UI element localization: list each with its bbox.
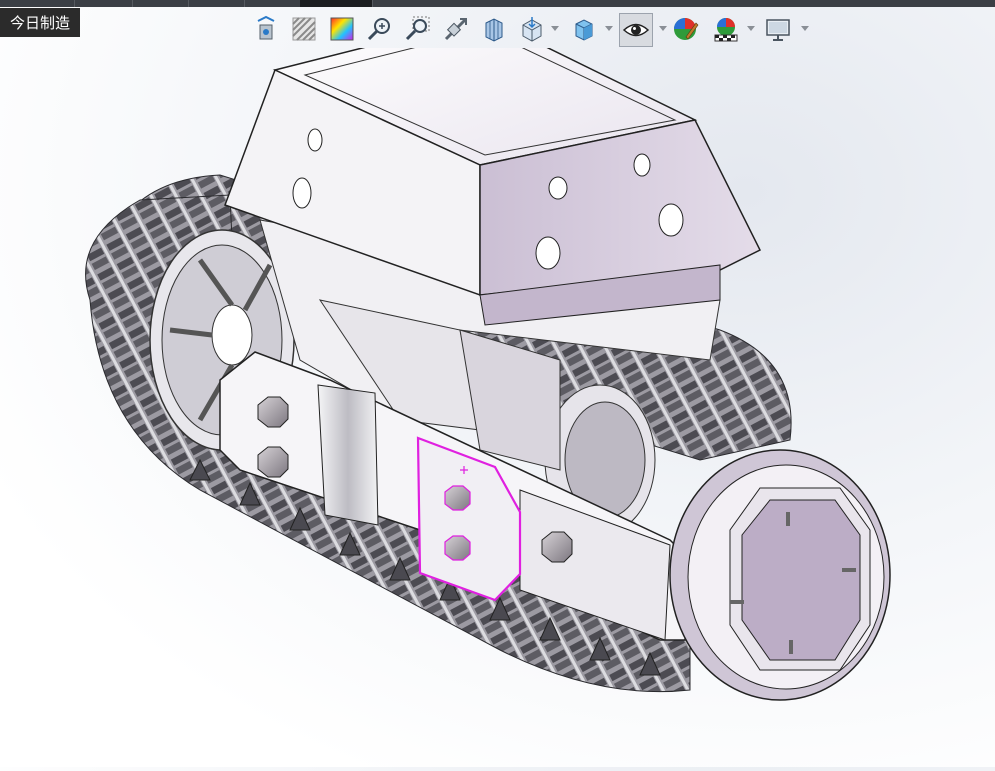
mount-hole	[307, 128, 323, 152]
mount-hole	[292, 177, 312, 209]
section-view-icon	[292, 17, 316, 41]
appearance-icon	[330, 17, 354, 41]
mount-hole	[633, 153, 651, 177]
monitor-dropdown[interactable]	[801, 25, 809, 33]
menu-segment[interactable]	[132, 0, 189, 7]
mount-hole	[548, 176, 568, 200]
zoom-to-area-button[interactable]	[403, 14, 433, 44]
top-menu-strip	[0, 0, 995, 7]
view-orientation-dropdown[interactable]	[551, 25, 559, 33]
chassis-model[interactable]	[0, 16, 995, 767]
view-orientation-button[interactable]	[517, 14, 547, 44]
zoom-to-fit-button[interactable]	[365, 14, 395, 44]
view-settings-icon	[257, 15, 275, 40]
section-plane-icon	[485, 18, 503, 42]
section-view-button[interactable]	[289, 14, 319, 44]
graphics-viewport[interactable]	[0, 16, 995, 767]
view-settings-button[interactable]	[251, 14, 281, 44]
menu-segment-active[interactable]	[300, 0, 373, 7]
chevron-down-icon	[551, 26, 559, 31]
section-plane-button[interactable]	[479, 14, 509, 44]
end-cap-hub[interactable]	[669, 449, 891, 701]
chevron-down-icon	[605, 26, 613, 31]
hide-show-items-button[interactable]	[619, 13, 653, 47]
mount-hole	[535, 236, 561, 270]
watermark-label: 今日制造	[0, 8, 81, 37]
view-setting-monitor-button[interactable]	[763, 14, 793, 44]
apply-scene-dropdown[interactable]	[747, 25, 755, 33]
appearance-button[interactable]	[327, 14, 357, 44]
menu-segment[interactable]	[244, 0, 301, 7]
display-style-icon	[575, 19, 593, 41]
previous-view-icon	[444, 17, 468, 41]
menu-segment[interactable]	[188, 0, 245, 7]
pin	[842, 568, 856, 572]
pin	[786, 512, 790, 526]
edit-appearance-icon	[674, 18, 699, 40]
display-style-button[interactable]	[569, 14, 599, 44]
chevron-down-icon	[801, 26, 809, 31]
menu-segment[interactable]	[0, 0, 75, 7]
hide-show-items-icon	[622, 23, 650, 37]
previous-view-button[interactable]	[441, 14, 471, 44]
pin	[730, 600, 744, 604]
menu-segment[interactable]	[74, 0, 133, 7]
apply-scene-icon	[714, 18, 738, 42]
zoom-to-fit-icon	[367, 18, 390, 41]
view-orientation-icon	[522, 17, 542, 42]
zoom-to-area-icon	[405, 16, 430, 41]
chevron-down-icon	[747, 26, 755, 31]
chevron-down-icon	[659, 26, 667, 31]
display-style-dropdown[interactable]	[605, 25, 613, 33]
monitor-icon	[766, 19, 790, 41]
edit-appearance-button[interactable]	[671, 14, 701, 44]
mount-hole	[658, 203, 684, 237]
heads-up-view-toolbar	[251, 10, 816, 48]
pin	[789, 640, 793, 654]
apply-scene-button[interactable]	[711, 14, 741, 44]
hide-show-items-dropdown[interactable]	[659, 25, 667, 33]
